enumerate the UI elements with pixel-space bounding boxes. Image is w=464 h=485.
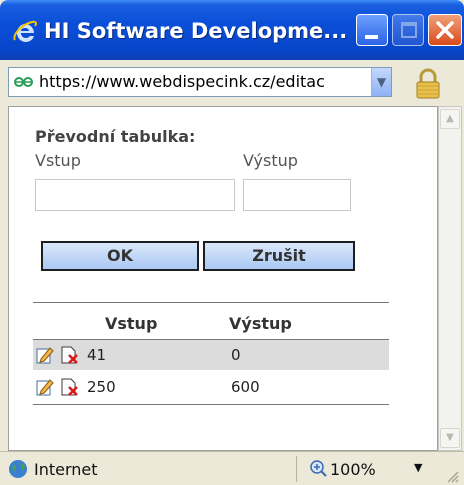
- delete-icon[interactable]: [59, 377, 79, 397]
- output-label: Výstup: [243, 151, 298, 170]
- maximize-icon: [401, 22, 417, 38]
- table-row: 250 600: [33, 372, 389, 402]
- security-zone: Internet: [34, 460, 98, 479]
- table-top-divider: [33, 302, 389, 303]
- edit-icon[interactable]: [35, 377, 55, 397]
- row-vstup: 250: [87, 378, 116, 396]
- globe-icon: [9, 460, 27, 478]
- edit-icon[interactable]: [35, 345, 55, 365]
- input-label: Vstup: [35, 151, 81, 170]
- internet-explorer-icon: [13, 20, 37, 42]
- table-bottom-divider: [33, 404, 389, 405]
- address-bar[interactable]: https://www.webdispecink.cz/editac ▼: [8, 67, 392, 97]
- close-button[interactable]: [428, 14, 462, 46]
- status-bar: Internet 100% ▼: [0, 451, 464, 485]
- zoom-dropdown-icon[interactable]: ▼: [414, 461, 422, 474]
- maximize-button[interactable]: [392, 14, 424, 46]
- delete-icon[interactable]: [59, 345, 79, 365]
- row-vystup: 0: [231, 346, 241, 364]
- table-row: 41 0: [33, 340, 389, 370]
- site-icon: [14, 77, 33, 87]
- zoom-level[interactable]: 100%: [330, 460, 376, 479]
- scroll-up-icon[interactable]: ▲: [440, 109, 460, 129]
- ok-button[interactable]: OK: [41, 241, 199, 271]
- page-content: Převodní tabulka: Vstup Výstup OK Zrušit…: [8, 106, 438, 451]
- minimize-button[interactable]: [356, 14, 388, 46]
- cancel-button[interactable]: Zrušit: [203, 241, 355, 271]
- resize-grip-icon[interactable]: [446, 470, 460, 484]
- address-row: https://www.webdispecink.cz/editac ▼: [0, 60, 464, 106]
- address-dropdown-icon[interactable]: ▼: [371, 68, 391, 96]
- table-header-vystup: Výstup: [229, 314, 292, 333]
- address-url[interactable]: https://www.webdispecink.cz/editac: [39, 72, 369, 91]
- row-vystup: 600: [231, 378, 260, 396]
- input-field[interactable]: [35, 179, 235, 211]
- lock-icon[interactable]: [414, 68, 442, 100]
- close-icon: [436, 21, 454, 39]
- scroll-down-icon[interactable]: ▼: [440, 428, 460, 448]
- title-bar[interactable]: HI Software Developme...: [0, 0, 464, 60]
- table-header-vstup: Vstup: [105, 314, 158, 333]
- output-field[interactable]: [243, 179, 351, 211]
- window-title: HI Software Developme...: [44, 19, 348, 43]
- minimize-icon: [365, 35, 378, 39]
- vertical-scrollbar[interactable]: ▲ ▼: [438, 106, 462, 451]
- form-title: Převodní tabulka:: [35, 127, 196, 146]
- zoom-icon[interactable]: [310, 460, 328, 478]
- row-vstup: 41: [87, 346, 107, 364]
- status-separator: [296, 456, 297, 482]
